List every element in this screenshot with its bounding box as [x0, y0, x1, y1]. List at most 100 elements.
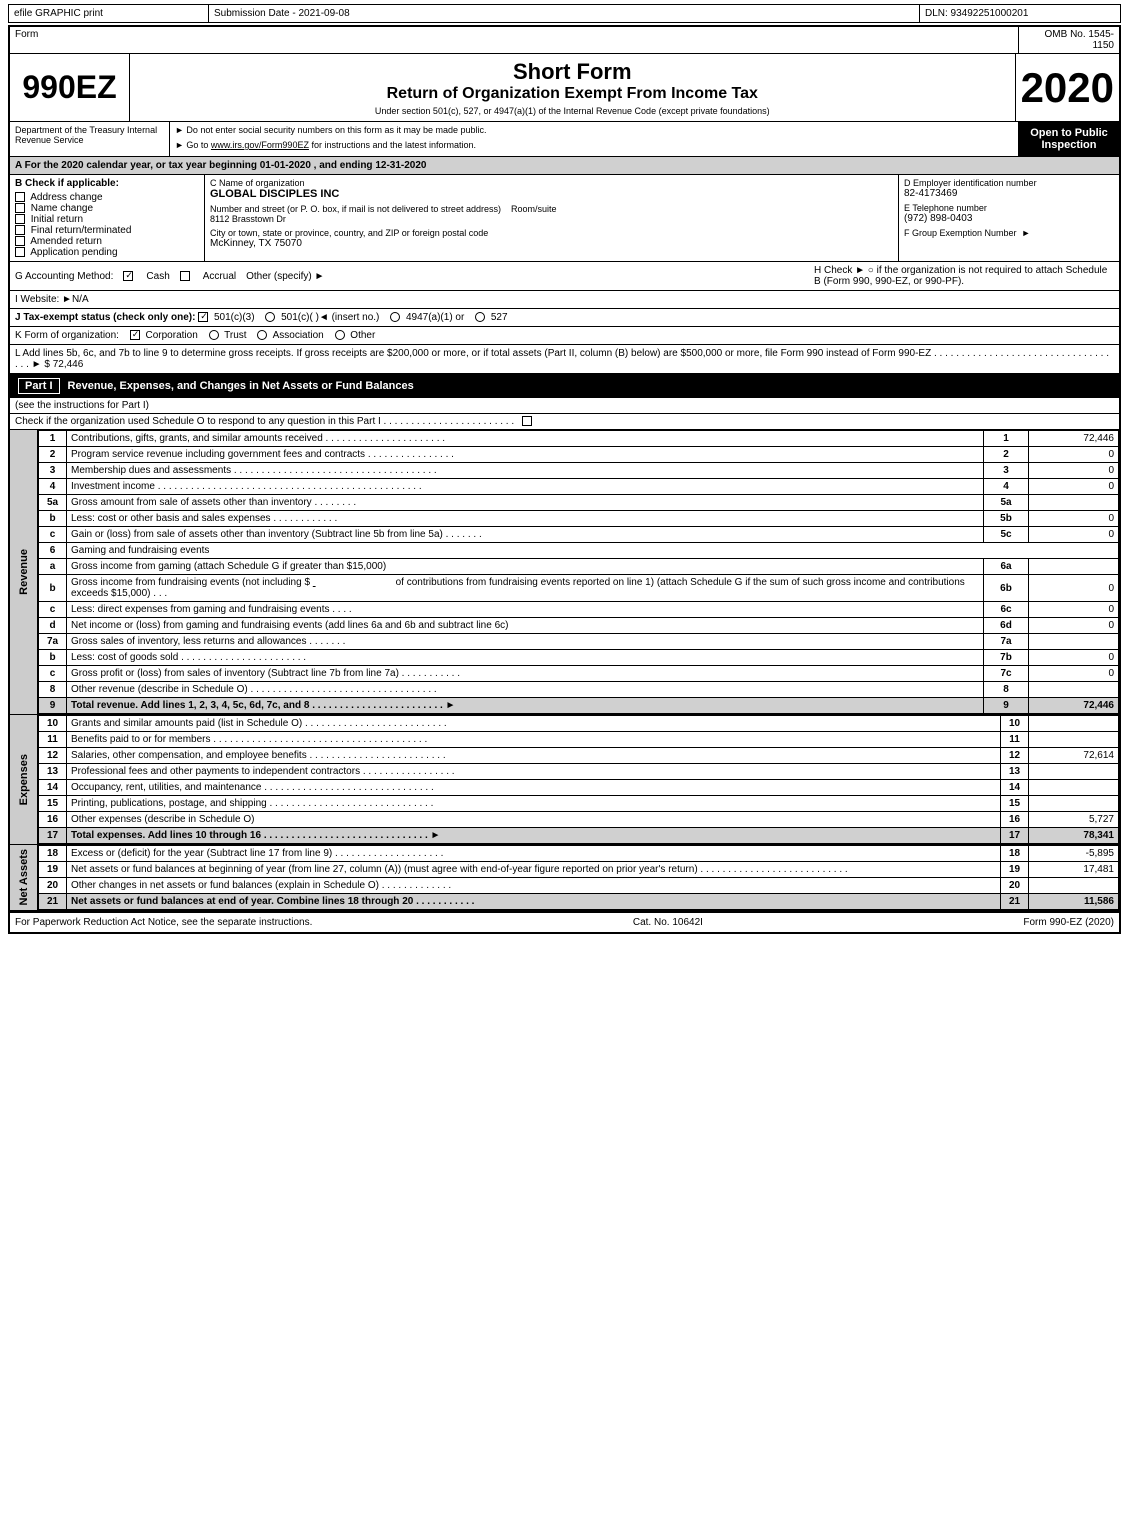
address-street-row: Number and street (or P. O. box, if mail…: [210, 204, 893, 224]
table-row: 11 Benefits paid to or for members . . .…: [39, 732, 1119, 748]
room-suite-label: Room/suite: [511, 204, 557, 214]
line6a-num: a: [39, 559, 67, 575]
line6d-linenum: 6d: [984, 618, 1029, 634]
k-trust-radio[interactable]: [209, 330, 219, 340]
net-assets-label-col: Net Assets: [10, 845, 38, 910]
line1-amount: 72,446: [1029, 431, 1119, 447]
accounting-row: G Accounting Method: Cash Accrual Other …: [10, 262, 1119, 291]
line13-amount: [1029, 764, 1119, 780]
j-4947-radio[interactable]: [390, 312, 400, 322]
table-row: 15 Printing, publications, postage, and …: [39, 796, 1119, 812]
line7a-sub: 7a: [984, 634, 1029, 650]
line6c-num: c: [39, 602, 67, 618]
j-501c3-checkbox[interactable]: [198, 312, 208, 322]
j-501c3: 501(c)(3): [214, 312, 255, 323]
part1-subheader: (see the instructions for Part I): [10, 398, 1119, 414]
line13-num: 13: [39, 764, 67, 780]
f-arrow: ►: [1022, 228, 1031, 238]
revenue-section: Revenue 1 Contributions, gifts, grants, …: [10, 430, 1119, 715]
address-label: Number and street (or P. O. box, if mail…: [210, 204, 501, 224]
j-527-radio[interactable]: [475, 312, 485, 322]
j-501c-radio[interactable]: [265, 312, 275, 322]
f-area: F Group Exemption Number ►: [904, 228, 1114, 238]
line6b-desc: Gross income from fundraising events (no…: [67, 575, 984, 602]
address-checkbox[interactable]: [15, 192, 25, 202]
accrual-checkbox[interactable]: [180, 271, 190, 281]
c-label: C Name of organization: [210, 178, 893, 188]
line5b-desc: Less: cost or other basis and sales expe…: [67, 511, 984, 527]
line6a-sub: 6a: [984, 559, 1029, 575]
line5a-num: 5a: [39, 495, 67, 511]
line6-desc: Gaming and fundraising events: [67, 543, 1119, 559]
revenue-label: Revenue: [18, 549, 30, 595]
line3-linenum: 3: [984, 463, 1029, 479]
line17-amount: 78,341: [1029, 828, 1119, 844]
k-corp-checkbox[interactable]: [130, 330, 140, 340]
application-checkbox[interactable]: [15, 247, 25, 257]
final-checkbox[interactable]: [15, 225, 25, 235]
application-pending-label: Application pending: [30, 247, 117, 258]
line13-linenum: 13: [1001, 764, 1029, 780]
line21-num: 21: [39, 894, 67, 910]
line19-num: 19: [39, 862, 67, 878]
amended-checkbox[interactable]: [15, 236, 25, 246]
line6c-sub: 6c: [984, 602, 1029, 618]
table-row: 4 Investment income . . . . . . . . . . …: [39, 479, 1119, 495]
line15-num: 15: [39, 796, 67, 812]
def-col: D Employer identification number 82-4173…: [899, 175, 1119, 261]
line5c-amount: 0: [1029, 527, 1119, 543]
form-number-box: 990EZ: [10, 54, 130, 121]
check-row: B Check if applicable: Address change Na…: [10, 175, 1119, 262]
line21-desc: Net assets or fund balances at end of ye…: [67, 894, 1001, 910]
line7a-desc: Gross sales of inventory, less returns a…: [67, 634, 984, 650]
k-assoc-radio[interactable]: [257, 330, 267, 340]
form-subtitle: Under section 501(c), 527, or 4947(a)(1)…: [135, 106, 1010, 116]
part1-check-row: Check if the organization used Schedule …: [10, 414, 1119, 430]
initial-checkbox[interactable]: [15, 214, 25, 224]
schedule-o-checkbox[interactable]: [522, 416, 532, 426]
line5c-desc: Gain or (loss) from sale of assets other…: [67, 527, 984, 543]
table-row: 12 Salaries, other compensation, and emp…: [39, 748, 1119, 764]
top-header: efile GRAPHIC print Submission Date - 20…: [8, 4, 1121, 23]
check-final: Final return/terminated: [15, 225, 199, 236]
line4-linenum: 4: [984, 479, 1029, 495]
table-row: 16 Other expenses (describe in Schedule …: [39, 812, 1119, 828]
line11-amount: [1029, 732, 1119, 748]
line16-linenum: 16: [1001, 812, 1029, 828]
form-footer: For Paperwork Reduction Act Notice, see …: [10, 911, 1119, 932]
paperwork-notice: For Paperwork Reduction Act Notice, see …: [15, 917, 312, 928]
line5b-sub: 5b: [984, 511, 1029, 527]
table-row: 20 Other changes in net assets or fund b…: [39, 878, 1119, 894]
form-title1: Short Form: [135, 59, 1010, 85]
irs-link[interactable]: www.irs.gov/Form990EZ: [211, 140, 309, 150]
line5b-num: b: [39, 511, 67, 527]
net-assets-label: Net Assets: [18, 849, 30, 905]
omb-row: Form OMB No. 1545-1150: [10, 27, 1119, 54]
cash-checkbox[interactable]: [123, 271, 133, 281]
line7b-sub: 7b: [984, 650, 1029, 666]
part1-label: Part I: [18, 378, 60, 394]
line16-desc: Other expenses (describe in Schedule O): [67, 812, 1001, 828]
table-row: 19 Net assets or fund balances at beginn…: [39, 862, 1119, 878]
line18-desc: Excess or (deficit) for the year (Subtra…: [67, 846, 1001, 862]
tax-status-row: J Tax-exempt status (check only one): 50…: [10, 309, 1119, 327]
name-checkbox[interactable]: [15, 203, 25, 213]
table-row: 5a Gross amount from sale of assets othe…: [39, 495, 1119, 511]
d-label: D Employer identification number: [904, 178, 1114, 188]
line2-amount: 0: [1029, 447, 1119, 463]
city-label: City or town, state or province, country…: [210, 228, 893, 238]
l-text: L Add lines 5b, 6c, and 7b to line 9 to …: [15, 348, 1109, 370]
line7b-desc: Less: cost of goods sold . . . . . . . .…: [67, 650, 984, 666]
check-initial: Initial return: [15, 214, 199, 225]
check-b-col: B Check if applicable: Address change Na…: [10, 175, 205, 261]
amended-return-label: Amended return: [30, 236, 102, 247]
k-other-radio[interactable]: [335, 330, 345, 340]
line13-desc: Professional fees and other payments to …: [67, 764, 1001, 780]
part1-subtitle: (see the instructions for Part I): [15, 400, 149, 411]
line5a-desc: Gross amount from sale of assets other t…: [67, 495, 984, 511]
line20-linenum: 20: [1001, 878, 1029, 894]
f-label: F Group Exemption Number: [904, 228, 1017, 238]
line17-linenum: 17: [1001, 828, 1029, 844]
k-label: K Form of organization:: [15, 330, 119, 341]
line9-amount: 72,446: [1029, 698, 1119, 714]
